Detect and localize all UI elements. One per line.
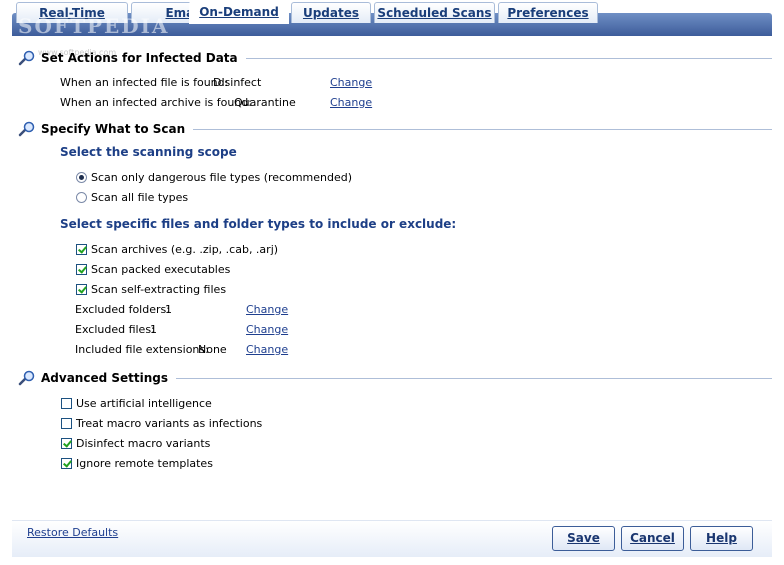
excluded-files-label: Excluded files: xyxy=(75,323,155,336)
tab-scheduled-scans[interactable]: Scheduled Scans xyxy=(374,2,495,23)
checkbox[interactable] xyxy=(61,417,72,429)
checkbox[interactable] xyxy=(76,263,87,275)
magnifier-icon xyxy=(18,370,35,386)
section-title: Advanced Settings xyxy=(41,371,169,385)
included-extensions-change-link[interactable]: Change xyxy=(246,343,288,357)
infected-file-label: When an infected file is found: xyxy=(60,76,229,89)
checkbox-label: Ignore remote templates xyxy=(76,456,213,470)
excluded-folders-value: 1 xyxy=(165,303,172,316)
checkbox-label: Scan packed executables xyxy=(91,262,231,276)
radio-button[interactable] xyxy=(76,171,87,183)
checkbox-label: Treat macro variants as infections xyxy=(76,416,263,430)
infected-archive-change-link[interactable]: Change xyxy=(330,96,372,110)
scope-dangerous-radio[interactable]: Scan only dangerous file types (recommen… xyxy=(76,170,352,184)
tab-real-time[interactable]: Real-Time xyxy=(16,2,128,23)
checkbox-label: Scan archives (e.g. .zip, .cab, .arj) xyxy=(91,242,279,256)
excluded-folders-label: Excluded folders: xyxy=(75,303,170,316)
included-extensions-value: None xyxy=(198,343,227,356)
magnifier-icon xyxy=(18,50,35,66)
restore-defaults-link[interactable]: Restore Defaults xyxy=(27,526,118,540)
tab-on-demand[interactable]: On-Demand xyxy=(189,1,289,24)
section-divider xyxy=(176,377,772,379)
section-divider xyxy=(245,57,772,59)
scan-packed-checkbox[interactable]: Scan packed executables xyxy=(76,262,230,276)
section-infected-actions: Set Actions for Infected Data xyxy=(18,50,772,66)
cancel-button[interactable]: Cancel xyxy=(621,526,684,551)
disinfect-macro-variants-checkbox[interactable]: Disinfect macro variants xyxy=(61,436,210,450)
checkbox[interactable] xyxy=(76,243,87,255)
checkbox[interactable] xyxy=(61,397,72,409)
checkbox[interactable] xyxy=(76,283,87,295)
included-extensions-label: Included file extensions: xyxy=(75,343,209,356)
ignore-remote-templates-checkbox[interactable]: Ignore remote templates xyxy=(61,456,213,470)
checkbox[interactable] xyxy=(61,437,72,449)
infected-archive-label: When an infected archive is found: xyxy=(60,96,252,109)
checkbox-label: Scan self-extracting files xyxy=(91,282,227,296)
scan-archives-checkbox[interactable]: Scan archives (e.g. .zip, .cab, .arj) xyxy=(76,242,278,256)
scope-heading: Select the scanning scope xyxy=(60,145,237,159)
radio-label: Scan only dangerous file types (recommen… xyxy=(91,170,353,184)
tab-preferences[interactable]: Preferences xyxy=(498,2,598,23)
infected-archive-value: Quarantine xyxy=(234,96,296,109)
save-button[interactable]: Save xyxy=(552,526,615,551)
checkbox[interactable] xyxy=(61,457,72,469)
section-what-to-scan: Specify What to Scan xyxy=(18,121,772,137)
checkbox-label: Disinfect macro variants xyxy=(76,436,211,450)
macro-variants-infections-checkbox[interactable]: Treat macro variants as infections xyxy=(61,416,262,430)
section-title: Specify What to Scan xyxy=(41,122,186,136)
radio-button[interactable] xyxy=(76,191,87,203)
help-button[interactable]: Help xyxy=(690,526,753,551)
excluded-files-change-link[interactable]: Change xyxy=(246,323,288,337)
section-title: Set Actions for Infected Data xyxy=(41,51,238,65)
checkbox-label: Use artificial intelligence xyxy=(76,396,212,410)
scan-self-extracting-checkbox[interactable]: Scan self-extracting files xyxy=(76,282,226,296)
infected-file-change-link[interactable]: Change xyxy=(330,76,372,90)
types-heading: Select specific files and folder types t… xyxy=(60,217,457,231)
tab-updates[interactable]: Updates xyxy=(291,2,371,23)
radio-label: Scan all file types xyxy=(91,190,189,204)
section-divider xyxy=(193,128,772,130)
infected-file-value: Disinfect xyxy=(213,76,262,89)
artificial-intelligence-checkbox[interactable]: Use artificial intelligence xyxy=(61,396,212,410)
excluded-folders-change-link[interactable]: Change xyxy=(246,303,288,317)
section-advanced-settings: Advanced Settings xyxy=(18,370,772,386)
magnifier-icon xyxy=(18,121,35,137)
scope-all-radio[interactable]: Scan all file types xyxy=(76,190,188,204)
excluded-files-value: 1 xyxy=(150,323,157,336)
